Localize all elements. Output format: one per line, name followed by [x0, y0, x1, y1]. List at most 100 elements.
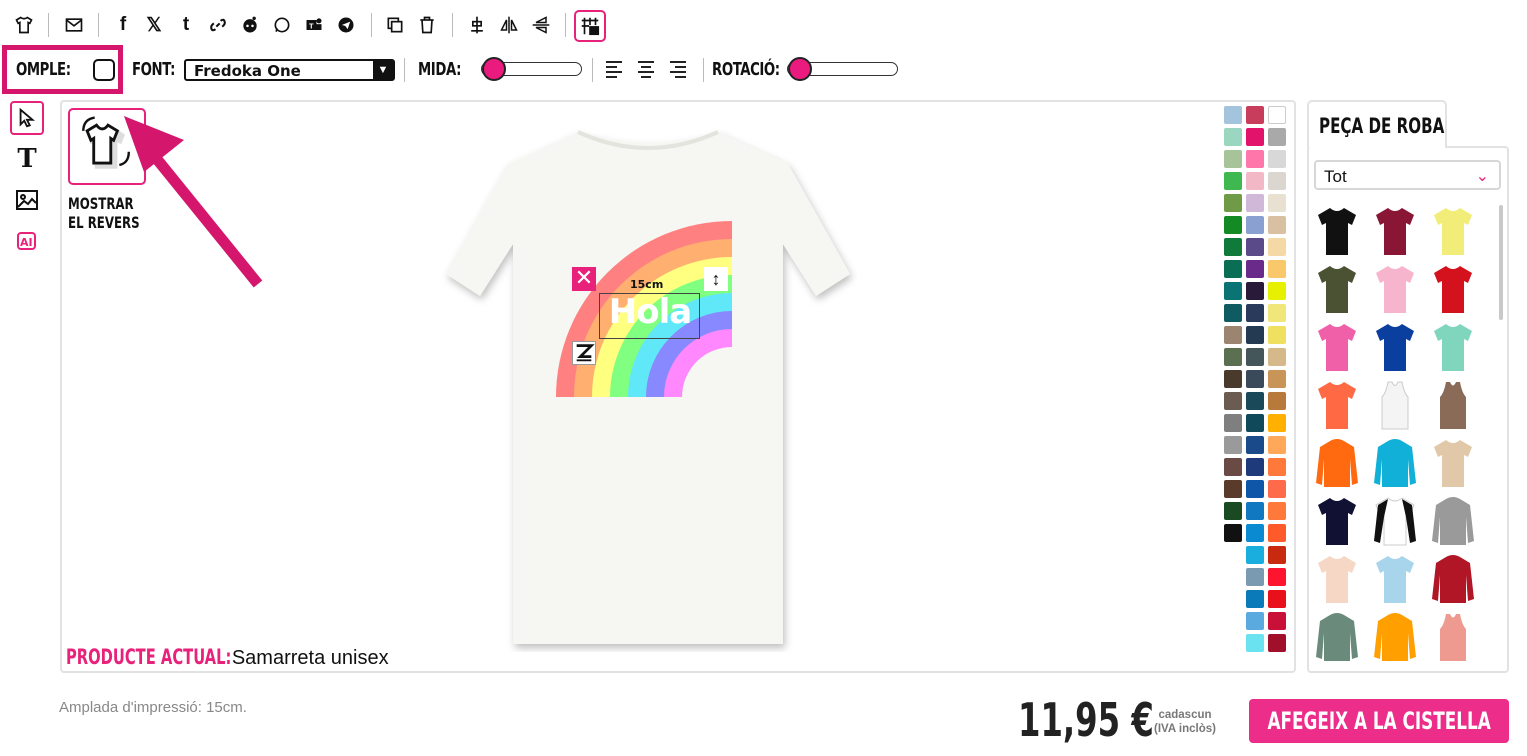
color-swatch[interactable] [1268, 590, 1286, 608]
color-swatch[interactable] [1246, 590, 1264, 608]
align-center-icon[interactable] [638, 61, 656, 79]
color-swatch[interactable] [1224, 458, 1242, 476]
color-swatch[interactable] [1268, 458, 1286, 476]
color-swatch[interactable] [1246, 480, 1264, 498]
color-swatch[interactable] [1268, 370, 1286, 388]
color-swatch[interactable] [1246, 414, 1264, 432]
color-swatch[interactable] [1246, 524, 1264, 542]
color-swatch[interactable] [1224, 128, 1242, 146]
color-swatch[interactable] [1268, 612, 1286, 630]
color-swatch[interactable] [1246, 458, 1264, 476]
color-swatch[interactable] [1246, 128, 1264, 146]
color-swatch[interactable] [1224, 326, 1242, 344]
rotate-handle-icon[interactable] [572, 341, 596, 365]
tshirt-icon[interactable] [11, 12, 37, 38]
color-swatch[interactable] [1224, 370, 1242, 388]
font-select[interactable]: Fredoka One ▼ [184, 59, 395, 81]
garment-thumbnail[interactable] [1314, 495, 1360, 547]
color-swatch[interactable] [1246, 194, 1264, 212]
color-swatch[interactable] [1268, 216, 1286, 234]
garment-thumbnail[interactable] [1314, 437, 1360, 489]
color-swatch[interactable] [1268, 106, 1286, 124]
garment-thumbnail[interactable] [1314, 263, 1360, 315]
color-swatch[interactable] [1268, 436, 1286, 454]
garment-thumbnail[interactable] [1430, 553, 1476, 605]
color-swatch[interactable] [1246, 304, 1264, 322]
resize-vertical-icon[interactable]: ↕ [704, 267, 728, 291]
color-swatch[interactable] [1268, 304, 1286, 322]
color-swatch[interactable] [1224, 194, 1242, 212]
trash-icon[interactable] [414, 12, 440, 38]
garment-thumbnail[interactable] [1372, 379, 1418, 431]
color-swatch[interactable] [1268, 260, 1286, 278]
color-swatch[interactable] [1268, 194, 1286, 212]
color-swatch[interactable] [1268, 502, 1286, 520]
garment-thumbnail[interactable] [1314, 205, 1360, 257]
color-swatch[interactable] [1246, 172, 1264, 190]
color-swatch[interactable] [1268, 414, 1286, 432]
color-swatch[interactable] [1246, 260, 1264, 278]
color-swatch[interactable] [1268, 524, 1286, 542]
ai-tool-button[interactable]: AI [10, 224, 44, 258]
color-swatch[interactable] [1268, 326, 1286, 344]
garment-thumbnail[interactable] [1372, 321, 1418, 373]
garment-thumbnail[interactable] [1314, 553, 1360, 605]
garment-thumbnail[interactable] [1372, 611, 1418, 663]
color-swatch[interactable] [1246, 634, 1264, 652]
image-tool-button[interactable] [10, 183, 44, 217]
garment-thumbnail[interactable] [1430, 205, 1476, 257]
color-swatch[interactable] [1268, 568, 1286, 586]
color-swatch[interactable] [1246, 348, 1264, 366]
garment-thumbnail[interactable] [1430, 495, 1476, 547]
tab-garment[interactable]: PEÇA DE ROBA [1307, 100, 1447, 148]
color-swatch[interactable] [1268, 238, 1286, 256]
size-slider[interactable] [481, 57, 582, 81]
fill-checkbox[interactable] [93, 59, 115, 81]
garment-thumbnail[interactable] [1372, 263, 1418, 315]
color-swatch[interactable] [1246, 216, 1264, 234]
mail-icon[interactable] [61, 12, 87, 38]
garment-thumbnail[interactable] [1430, 611, 1476, 663]
panel-scrollbar[interactable] [1499, 205, 1503, 320]
rotation-slider[interactable] [787, 57, 898, 81]
color-swatch[interactable] [1224, 106, 1242, 124]
duplicate-icon[interactable] [382, 12, 408, 38]
size-slider-knob[interactable] [482, 57, 506, 81]
grid-toggle-button[interactable] [574, 10, 606, 42]
tumblr-icon[interactable]: t [173, 12, 199, 38]
color-swatch[interactable] [1246, 282, 1264, 300]
category-select[interactable]: Tot ⌄ [1314, 160, 1501, 190]
color-swatch[interactable] [1246, 546, 1264, 564]
color-swatch[interactable] [1224, 436, 1242, 454]
garment-thumbnail[interactable] [1430, 263, 1476, 315]
color-swatch[interactable] [1246, 502, 1264, 520]
color-swatch[interactable] [1246, 392, 1264, 410]
color-swatch[interactable] [1268, 546, 1286, 564]
color-swatch[interactable] [1246, 370, 1264, 388]
color-swatch[interactable] [1224, 216, 1242, 234]
color-swatch[interactable] [1224, 480, 1242, 498]
select-tool-button[interactable] [10, 101, 44, 135]
color-swatch[interactable] [1224, 392, 1242, 410]
garment-thumbnail[interactable] [1430, 321, 1476, 373]
align-right-icon[interactable] [670, 61, 688, 79]
color-swatch[interactable] [1246, 436, 1264, 454]
facebook-icon[interactable]: f [110, 12, 136, 38]
color-swatch[interactable] [1268, 128, 1286, 146]
color-swatch[interactable] [1246, 612, 1264, 630]
color-swatch[interactable] [1246, 326, 1264, 344]
garment-thumbnail[interactable] [1372, 495, 1418, 547]
garment-thumbnail[interactable] [1372, 205, 1418, 257]
garment-thumbnail[interactable] [1314, 321, 1360, 373]
telegram-icon[interactable] [333, 12, 359, 38]
color-swatch[interactable] [1246, 106, 1264, 124]
center-align-icon[interactable] [464, 12, 490, 38]
color-swatch[interactable] [1268, 282, 1286, 300]
flip-horizontal-icon[interactable] [496, 12, 522, 38]
link-icon[interactable] [205, 12, 231, 38]
add-to-cart-button[interactable]: AFEGEIX A LA CISTELLA [1249, 699, 1509, 743]
color-swatch[interactable] [1268, 348, 1286, 366]
color-swatch[interactable] [1224, 414, 1242, 432]
color-swatch[interactable] [1268, 634, 1286, 652]
color-swatch[interactable] [1224, 304, 1242, 322]
